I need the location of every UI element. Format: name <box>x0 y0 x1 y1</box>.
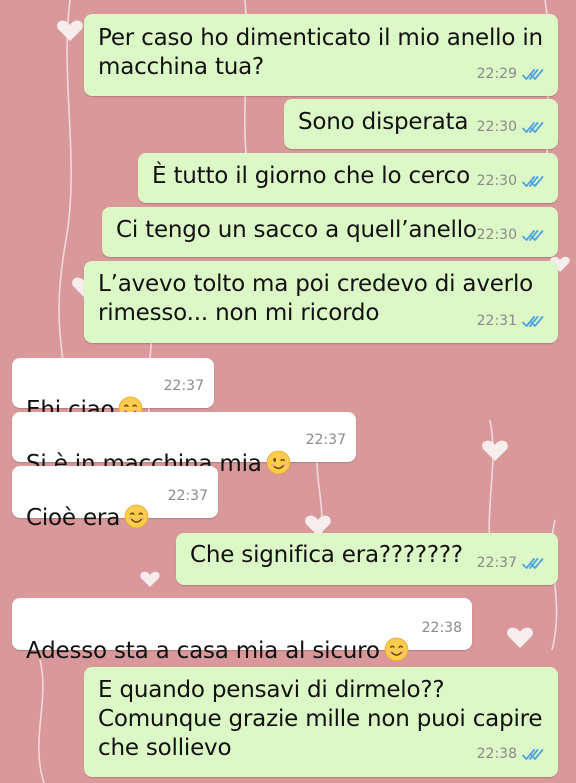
message-meta: 22:30 <box>477 113 546 142</box>
message-bubble-outgoing[interactable]: È tutto il giorno che lo cerco 22:30 <box>138 153 558 203</box>
message-meta: 22:30 <box>477 221 546 250</box>
message-time: 22:31 <box>476 313 517 329</box>
message-time: 22:37 <box>305 432 346 448</box>
message-meta: 22:31 <box>477 307 546 336</box>
message-meta: 22:38 <box>477 740 546 769</box>
read-ticks-icon <box>522 315 546 329</box>
message-bubble-outgoing[interactable]: Per caso ho dimenticato il mio anello in… <box>84 14 558 96</box>
message-time: 22:30 <box>476 227 517 243</box>
message-meta: 22:37 <box>306 426 346 455</box>
message-bubble-incoming[interactable]: Ehi ciao 22:37 <box>12 358 214 423</box>
message-text: L’avevo tolto ma poi credevo di averlo r… <box>98 271 534 326</box>
message-bubble-outgoing[interactable]: Che significa era??????? 22:37 <box>176 533 558 585</box>
read-ticks-icon <box>522 557 546 571</box>
message-bubble-outgoing[interactable]: L’avevo tolto ma poi credevo di averlo r… <box>84 261 558 343</box>
message-time: 22:30 <box>476 119 517 135</box>
message-text: È tutto il giorno che lo cerco <box>152 163 470 189</box>
message-time: 22:29 <box>476 66 517 82</box>
message-text: Adesso sta a casa mia al sicuro <box>26 608 409 666</box>
read-ticks-icon <box>522 175 546 189</box>
read-ticks-icon <box>522 68 546 82</box>
message-text-content: Adesso sta a casa mia al sicuro <box>26 638 380 664</box>
message-time: 22:38 <box>476 746 517 762</box>
smiling-face-icon <box>384 637 409 662</box>
message-time: 22:37 <box>167 488 208 504</box>
message-text: Che significa era??????? <box>190 542 463 568</box>
smiling-face-icon <box>124 504 149 529</box>
message-meta: 22:37 <box>164 372 204 401</box>
read-ticks-icon <box>522 229 546 243</box>
message-meta: 22:29 <box>477 60 546 89</box>
winking-face-icon <box>266 450 291 475</box>
message-meta: 22:38 <box>422 614 462 643</box>
message-bubble-incoming[interactable]: Si è in macchina mia 22:37 <box>12 412 356 477</box>
read-ticks-icon <box>522 748 546 762</box>
message-time: 22:30 <box>476 173 517 189</box>
message-time: 22:37 <box>476 555 517 571</box>
message-meta: 22:30 <box>477 167 546 196</box>
message-bubble-outgoing[interactable]: Sono disperata 22:30 <box>284 99 558 149</box>
message-bubble-outgoing[interactable]: E quando pensavi di dirmelo?? Comunque g… <box>84 667 558 777</box>
message-bubble-incoming[interactable]: Cioè era 22:37 <box>12 466 218 531</box>
message-text: Cioè era <box>26 475 149 533</box>
message-text-content: Cioè era <box>26 505 121 531</box>
message-time: 22:37 <box>163 378 204 394</box>
message-time: 22:38 <box>421 620 462 636</box>
message-bubble-incoming[interactable]: Adesso sta a casa mia al sicuro 22:38 <box>12 598 472 664</box>
message-text: Ci tengo un sacco a quell’anello <box>116 217 477 243</box>
message-meta: 22:37 <box>477 549 546 578</box>
message-bubble-outgoing[interactable]: Ci tengo un sacco a quell’anello 22:30 <box>102 207 558 257</box>
read-ticks-icon <box>522 121 546 135</box>
message-text: Sono disperata <box>298 109 469 135</box>
message-meta: 22:37 <box>168 482 208 511</box>
